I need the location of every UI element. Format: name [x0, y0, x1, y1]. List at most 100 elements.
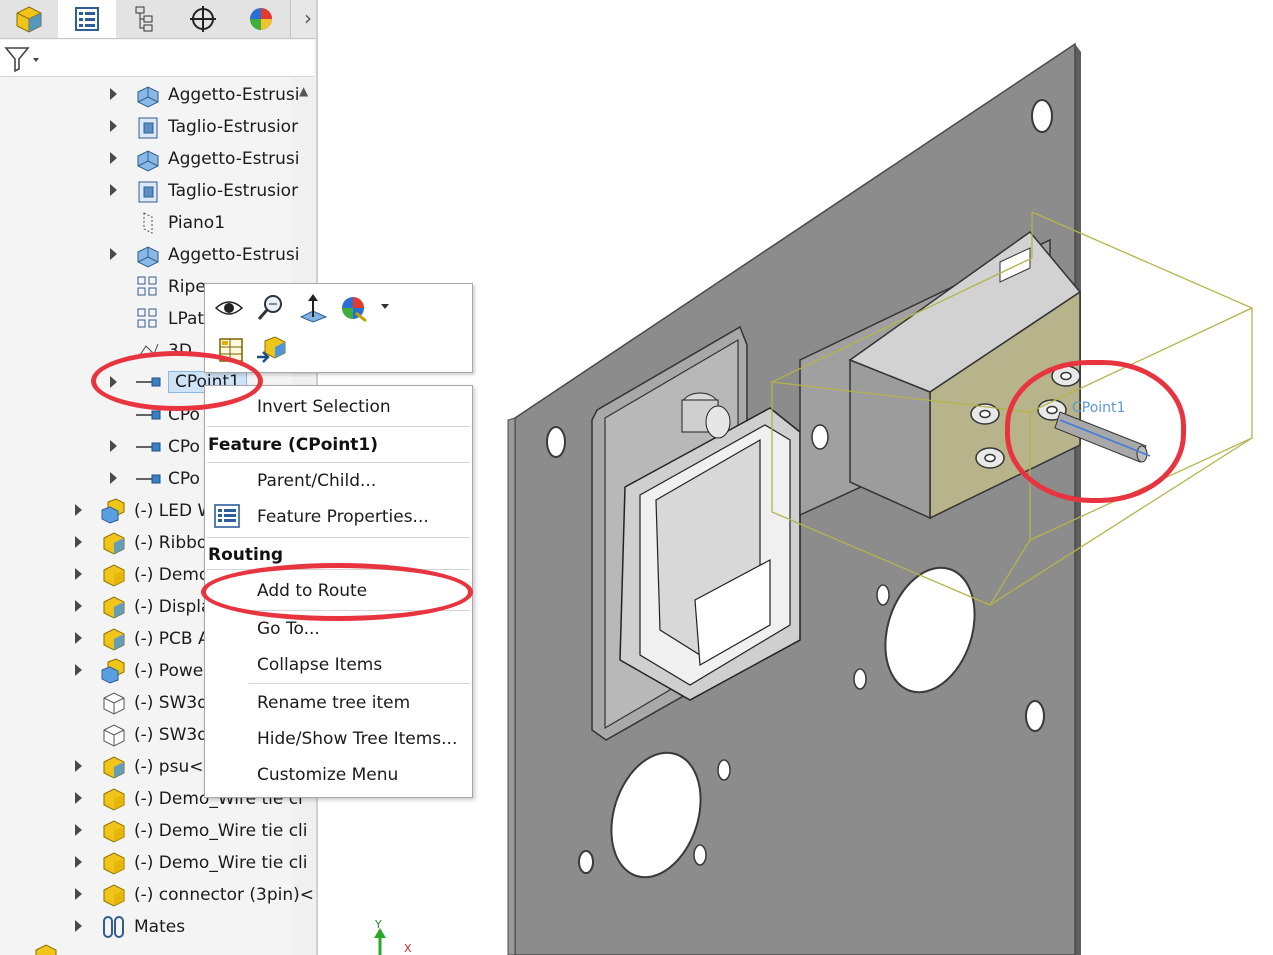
tree-item[interactable]: Taglio-Estrusior	[134, 176, 298, 206]
tree-item[interactable]: (-) Demo_Wire tie cli	[100, 848, 308, 878]
normal-to-icon[interactable]	[297, 292, 329, 324]
expand-arrow-icon[interactable]	[75, 888, 82, 900]
tree-item[interactable]: (-) Ribbo	[100, 528, 207, 558]
expand-arrow-icon[interactable]	[75, 632, 82, 644]
tree-item[interactable]: 3D	[134, 336, 192, 366]
expand-arrow-icon[interactable]	[75, 856, 82, 868]
tree-item-label: (-) Demo_Wire tie cli	[134, 821, 308, 841]
tab-dimxpert-manager[interactable]	[174, 0, 233, 38]
pattern-icon	[134, 274, 162, 300]
expand-arrow-icon[interactable]	[110, 376, 117, 388]
expand-arrow-icon[interactable]	[110, 88, 117, 100]
tree-item-label: CPo	[168, 405, 200, 425]
crosshair-icon	[190, 6, 216, 32]
tree-item-label: (-) Power	[134, 661, 211, 681]
sketch-3d-icon	[134, 338, 162, 364]
menu-item-customize-menu[interactable]: Customize Menu	[257, 765, 398, 785]
filter-icon[interactable]	[4, 45, 40, 73]
menu-separator	[249, 683, 470, 684]
appearance-icon[interactable]	[339, 292, 371, 324]
chevron-right-icon[interactable]: ›	[298, 4, 318, 32]
part-icon	[100, 594, 128, 620]
tree-item[interactable]: (-) Displa	[100, 592, 211, 622]
part-icon	[100, 530, 128, 556]
tree-item[interactable]: (-) SW3d	[100, 688, 208, 718]
expand-arrow-icon[interactable]	[75, 568, 82, 580]
tree-item-label: CPo	[168, 469, 200, 489]
tree-item-label: CPo	[168, 437, 200, 457]
tree-item[interactable]: Piano1	[134, 208, 225, 238]
zoom-to-selection-icon[interactable]	[255, 292, 287, 324]
expand-arrow-icon[interactable]	[75, 536, 82, 548]
expand-arrow-icon[interactable]	[110, 184, 117, 196]
tree-item[interactable]: (-) LED W	[100, 496, 214, 526]
menu-item-go-to[interactable]: Go To...	[257, 619, 320, 639]
menu-item-hide-show-tree-items[interactable]: Hide/Show Tree Items...	[257, 729, 457, 749]
tree-item[interactable]: Aggetto-Estrusi	[134, 80, 299, 110]
expand-arrow-icon[interactable]	[75, 792, 82, 804]
tree-item-label: (-) SW3d	[134, 725, 209, 745]
tree-item[interactable]: Aggetto-Estrusi	[134, 144, 299, 174]
menu-separator	[207, 426, 470, 427]
part-icon	[100, 786, 128, 812]
menu-item-add-to-route[interactable]: Add to Route	[257, 581, 367, 601]
menu-item-collapse-items[interactable]: Collapse Items	[257, 655, 382, 675]
tree-item[interactable]: (-) SW3d	[100, 720, 208, 750]
tree-item[interactable]: (-) psu<1	[100, 752, 214, 782]
connection-point-icon	[134, 466, 162, 492]
tree-item[interactable]: Mates	[100, 912, 185, 942]
tree-item[interactable]: (-) Power	[100, 656, 210, 686]
connection-point-icon	[134, 369, 162, 395]
menu-header-feature: Feature (CPoint1)	[208, 435, 379, 455]
open-part-icon[interactable]	[255, 334, 287, 366]
tab-display-manager[interactable]	[232, 0, 291, 38]
expand-arrow-icon[interactable]	[110, 152, 117, 164]
expand-arrow-icon[interactable]	[75, 920, 82, 932]
assembly-icon	[100, 498, 128, 524]
menu-separator	[207, 462, 470, 463]
expand-arrow-icon[interactable]	[75, 600, 82, 612]
tree-item[interactable]: Aggetto-Estrusi	[134, 240, 299, 270]
scroll-up-icon[interactable]: ▲	[299, 84, 308, 98]
tree-item-label: (-) Demo_Wire tie cli	[134, 853, 308, 873]
menu-item-rename-tree-item[interactable]: Rename tree item	[257, 693, 410, 713]
tree-item[interactable]: CPo	[134, 464, 200, 494]
property-list-icon	[75, 7, 99, 31]
pattern-icon	[134, 306, 162, 332]
manager-tab-bar: ›	[0, 0, 318, 39]
expand-arrow-icon[interactable]	[110, 472, 117, 484]
tab-configuration-manager[interactable]	[116, 0, 175, 38]
eye-icon[interactable]	[213, 292, 245, 324]
grid-table-icon[interactable]	[215, 334, 247, 366]
menu-item-feature-properties[interactable]: Feature Properties...	[257, 507, 429, 527]
expand-arrow-icon[interactable]	[110, 120, 117, 132]
expand-arrow-icon[interactable]	[75, 824, 82, 836]
tree-item-label: (-) PCB A	[134, 629, 210, 649]
part-icon	[100, 882, 128, 908]
tree-item[interactable]: Taglio-Estrusior	[134, 112, 298, 142]
expand-arrow-icon[interactable]	[110, 248, 117, 260]
tree-item-label: (-) SW3d	[134, 693, 209, 713]
cpoint-viewport-label[interactable]: CPoint1	[1072, 400, 1125, 416]
tree-item-label: (-) Demo	[134, 565, 210, 585]
tree-item[interactable]: (-) PCB A	[100, 624, 210, 654]
tree-item[interactable]: CPo	[134, 400, 200, 430]
tree-item[interactable]: (-) connector (3pin)<	[100, 880, 314, 910]
tree-item[interactable]: LPat	[134, 304, 204, 334]
expand-arrow-icon[interactable]	[75, 664, 82, 676]
expand-arrow-icon[interactable]	[110, 440, 117, 452]
tree-item[interactable]: (-) Demo	[100, 560, 209, 590]
tab-property-manager[interactable]	[58, 0, 117, 38]
tab-feature-manager[interactable]	[0, 0, 59, 38]
menu-item-invert-selection[interactable]: Invert Selection	[257, 397, 391, 417]
tree-item[interactable]: CPo	[134, 432, 200, 462]
expand-arrow-icon[interactable]	[75, 504, 82, 516]
dropdown-arrow-icon[interactable]	[381, 304, 389, 309]
menu-item-parent-child[interactable]: Parent/Child...	[257, 471, 376, 491]
tree-item-label: (-) LED W	[134, 501, 215, 521]
expand-arrow-icon[interactable]	[75, 760, 82, 772]
tree-item[interactable]: Ripe	[134, 272, 206, 302]
tree-item[interactable]: (-) Demo_Wire tie cli	[100, 816, 308, 846]
extrude-cut-icon	[134, 114, 162, 140]
tree-item-label: (-) connector (3pin)<	[134, 885, 314, 905]
